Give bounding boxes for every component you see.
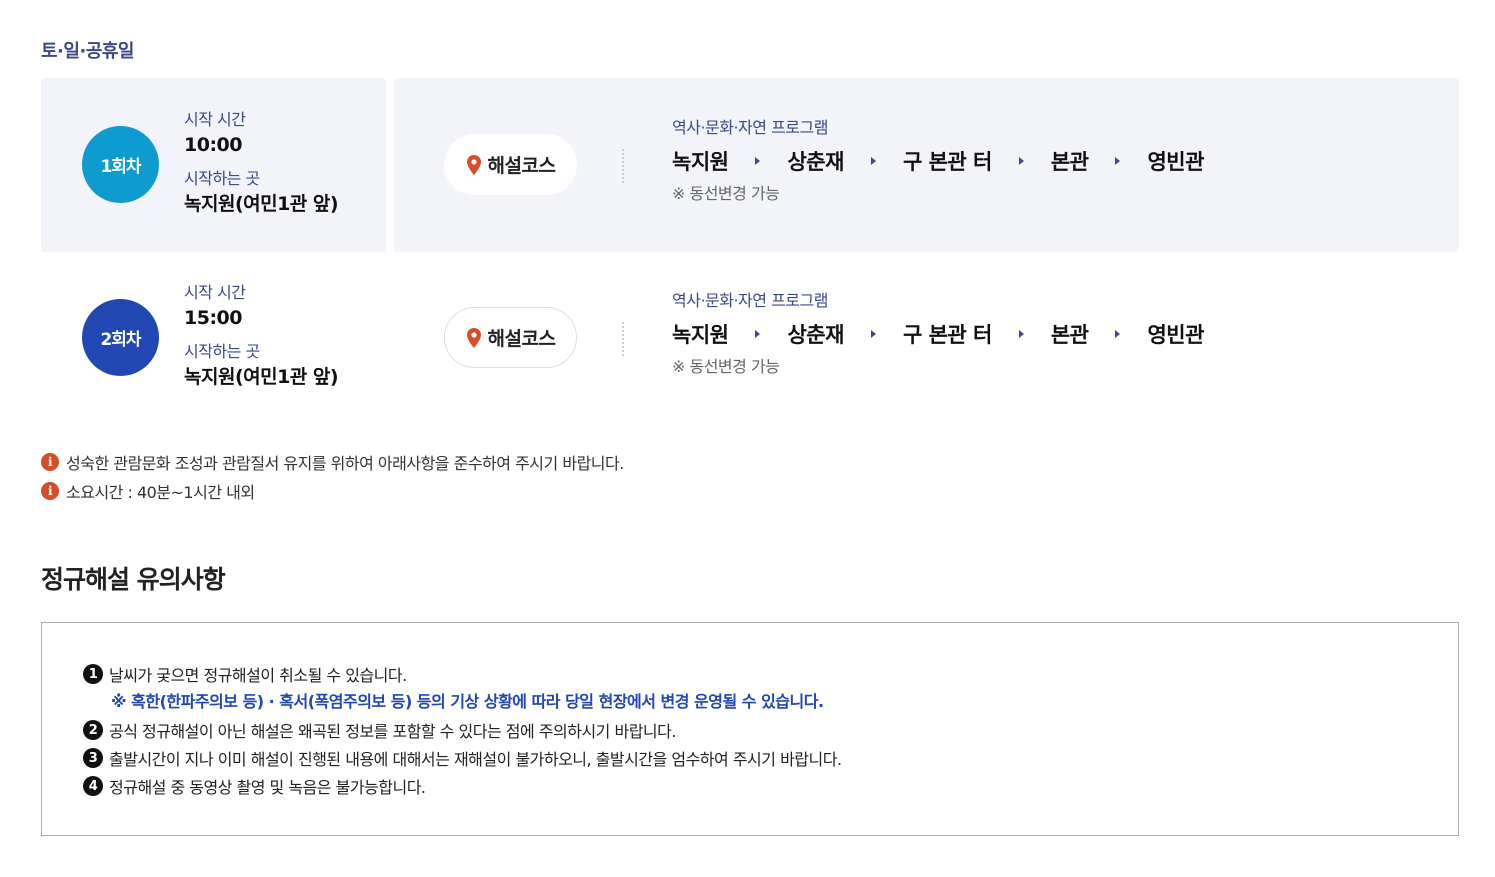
program-title: 역사·문화·자연 프로그램 [672, 291, 828, 310]
caution-item: 4 정규해설 중 동영상 촬영 및 녹음은 불가능합니다. [83, 772, 842, 800]
start-place-label: 시작하는 곳 [184, 169, 260, 188]
caution-box: 1 날씨가 궂으면 정규해설이 취소될 수 있습니다. ※ 혹한(한파주의보 등… [41, 622, 1459, 836]
notice-text: 성숙한 관람문화 조성과 관람질서 유지를 위하여 아래사항을 준수하여 주시기… [66, 453, 624, 473]
start-time-label: 시작 시간 [184, 283, 246, 302]
notice-item: i 성숙한 관람문화 조성과 관람질서 유지를 위하여 아래사항을 준수하여 주… [41, 447, 624, 476]
course-button-label: 해설코스 [487, 155, 556, 177]
info-circle-icon: i [41, 452, 59, 471]
number-badge-icon: 3 [83, 748, 103, 768]
route: 녹지원 상춘재 구 본관 터 본관 영빈관 [672, 318, 1204, 350]
notice-text: 소요시간 : 40분~1시간 내외 [66, 482, 255, 502]
caution-text: 공식 정규해설이 아닌 해설은 왜곡된 정보를 포함할 수 있다는 점에 주의하… [109, 722, 676, 741]
start-place-value: 녹지원(여민1관 앞) [184, 193, 339, 215]
start-place-value: 녹지원(여민1관 앞) [184, 366, 339, 388]
session-badge: 1회차 [82, 126, 159, 203]
number-badge-icon: 1 [83, 664, 103, 684]
program-info: 역사·문화·자연 프로그램 녹지원 상춘재 구 본관 터 본관 영빈관 ※ 동선… [672, 290, 1204, 378]
number-badge-icon: 4 [83, 776, 103, 796]
triangle-right-icon [870, 330, 876, 338]
session-info: 시작 시간 10:00 시작하는 곳 녹지원(여민1관 앞) [184, 109, 339, 218]
map-pin-icon [466, 327, 481, 348]
notice-list: i 성숙한 관람문화 조성과 관람질서 유지를 위하여 아래사항을 준수하여 주… [41, 447, 624, 505]
triangle-right-icon [1018, 157, 1024, 165]
route-stop: 구 본관 터 [902, 150, 992, 174]
session-badge: 2회차 [82, 299, 159, 376]
triangle-right-icon [1018, 330, 1024, 338]
route-stop: 상춘재 [787, 150, 844, 174]
course-button-label: 해설코스 [487, 328, 556, 350]
program-info: 역사·문화·자연 프로그램 녹지원 상춘재 구 본관 터 본관 영빈관 ※ 동선… [672, 117, 1204, 205]
triangle-right-icon [755, 330, 761, 338]
dotted-divider [622, 322, 624, 356]
route-stop: 상춘재 [787, 323, 844, 347]
caution-heading: 정규해설 유의사항 [41, 565, 226, 594]
course-panel: 해설코스 역사·문화·자연 프로그램 녹지원 상춘재 구 본관 터 본관 영빈관… [394, 251, 1459, 425]
start-place-label: 시작하는 곳 [184, 342, 260, 361]
session-row-2: 2회차 시작 시간 15:00 시작하는 곳 녹지원(여민1관 앞) 해설코스 … [41, 251, 1459, 425]
course-panel: 해설코스 역사·문화·자연 프로그램 녹지원 상춘재 구 본관 터 본관 영빈관… [394, 78, 1459, 252]
session-info-panel: 2회차 시작 시간 15:00 시작하는 곳 녹지원(여민1관 앞) [41, 251, 386, 425]
route: 녹지원 상춘재 구 본관 터 본관 영빈관 [672, 145, 1204, 177]
course-button[interactable]: 해설코스 [444, 134, 577, 195]
caution-item: 1 날씨가 궂으면 정규해설이 취소될 수 있습니다. [83, 660, 842, 688]
route-note: ※ 동선변경 가능 [672, 357, 780, 376]
notice-item: i 소요시간 : 40분~1시간 내외 [41, 476, 624, 505]
caution-sub-note: ※ 혹한(한파주의보 등) · 혹서(폭염주의보 등) 등의 기상 상황에 따라… [111, 692, 824, 711]
caution-text: 정규해설 중 동영상 촬영 및 녹음은 불가능합니다. [109, 778, 426, 797]
route-stop: 본관 [1050, 323, 1089, 347]
route-stop: 녹지원 [672, 323, 729, 347]
start-time-value: 15:00 [184, 307, 242, 329]
route-stop: 본관 [1050, 150, 1089, 174]
course-button[interactable]: 해설코스 [444, 307, 577, 368]
caution-text: 출발시간이 지나 이미 해설이 진행된 내용에 대해서는 재해설이 불가하오니,… [109, 750, 842, 769]
triangle-right-icon [1115, 330, 1121, 338]
caution-item: 2 공식 정규해설이 아닌 해설은 왜곡된 정보를 포함할 수 있다는 점에 주… [83, 716, 842, 744]
caution-list: 1 날씨가 궂으면 정규해설이 취소될 수 있습니다. ※ 혹한(한파주의보 등… [83, 660, 842, 800]
caution-item: 3 출발시간이 지나 이미 해설이 진행된 내용에 대해서는 재해설이 불가하오… [83, 744, 842, 772]
dotted-divider [622, 149, 624, 183]
start-time-label: 시작 시간 [184, 110, 246, 129]
route-stop: 구 본관 터 [902, 323, 992, 347]
start-time-value: 10:00 [184, 134, 242, 156]
caution-text: 날씨가 궂으면 정규해설이 취소될 수 있습니다. [109, 666, 407, 685]
section-label: 토·일·공휴일 [41, 41, 134, 62]
info-circle-icon: i [41, 481, 59, 500]
route-note: ※ 동선변경 가능 [672, 184, 780, 203]
session-info: 시작 시간 15:00 시작하는 곳 녹지원(여민1관 앞) [184, 282, 339, 391]
map-pin-icon [466, 154, 481, 175]
route-stop: 영빈관 [1147, 150, 1204, 174]
session-row-1: 1회차 시작 시간 10:00 시작하는 곳 녹지원(여민1관 앞) 해설코스 … [41, 78, 1459, 252]
session-info-panel: 1회차 시작 시간 10:00 시작하는 곳 녹지원(여민1관 앞) [41, 78, 386, 252]
triangle-right-icon [755, 157, 761, 165]
program-title: 역사·문화·자연 프로그램 [672, 118, 828, 137]
triangle-right-icon [870, 157, 876, 165]
triangle-right-icon [1115, 157, 1121, 165]
route-stop: 녹지원 [672, 150, 729, 174]
number-badge-icon: 2 [83, 720, 103, 740]
route-stop: 영빈관 [1147, 323, 1204, 347]
